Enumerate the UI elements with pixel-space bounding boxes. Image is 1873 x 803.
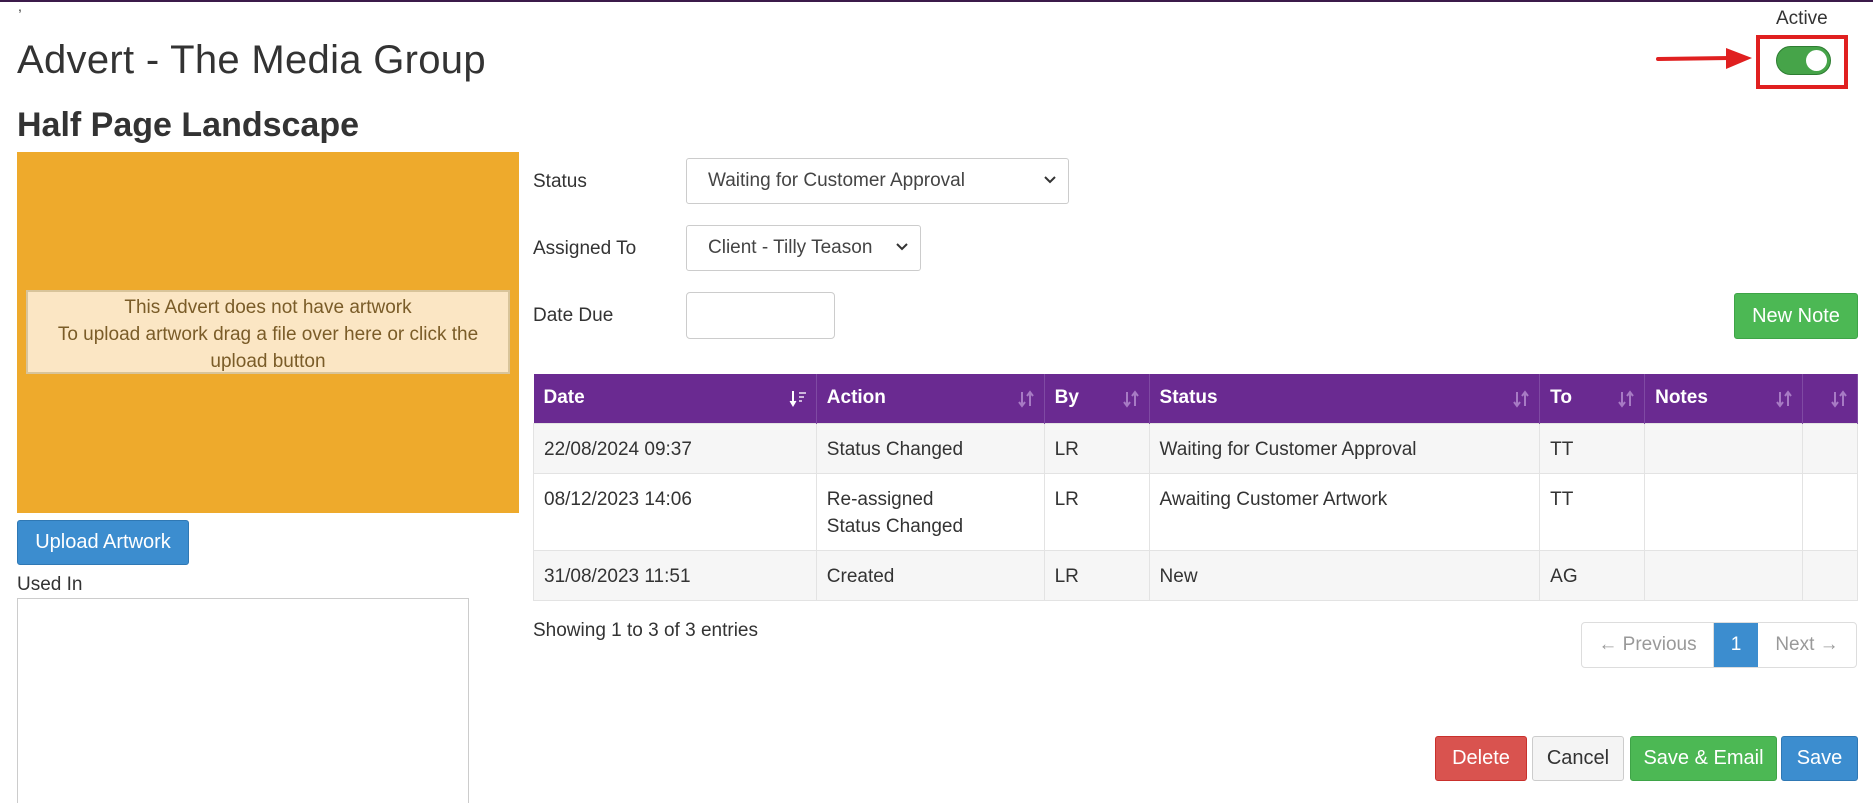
active-toggle[interactable] <box>1776 46 1831 75</box>
column-header-status[interactable]: Status <box>1149 374 1541 423</box>
assigned-to-select[interactable]: Client - Tilly Teason <box>686 225 921 271</box>
table-row: 08/12/2023 14:06 Re-assigned Status Chan… <box>533 472 1859 551</box>
sort-icon <box>1776 390 1792 408</box>
pagination: ← Previous 1 Next → <box>1581 622 1857 668</box>
advert-size-subtitle: Half Page Landscape <box>17 106 360 144</box>
save-button[interactable]: Save <box>1781 736 1858 781</box>
date-due-label: Date Due <box>533 305 614 326</box>
cell-notes <box>1644 472 1803 551</box>
chevron-down-icon <box>896 243 908 251</box>
sort-icon <box>1513 390 1529 408</box>
column-header-date[interactable]: Date <box>533 374 817 423</box>
cell-by: LR <box>1043 549 1150 601</box>
table-header-row: Date Action By Status To Notes <box>533 374 1859 423</box>
sort-icon <box>1017 390 1034 408</box>
page-title: Advert - The Media Group <box>17 38 486 82</box>
status-select[interactable]: Waiting for Customer Approval <box>686 158 1069 204</box>
used-in-list[interactable] <box>17 598 469 803</box>
delete-button[interactable]: Delete <box>1435 736 1527 781</box>
top-accent-bar <box>0 0 1873 2</box>
notes-history-table: Date Action By Status To Notes 22/08/202… <box>533 374 1859 601</box>
toggle-knob <box>1806 50 1827 71</box>
chevron-down-icon <box>1044 176 1056 184</box>
cell-action: Created <box>815 549 1045 601</box>
stray-mark: , <box>18 0 22 14</box>
cell-to: AG <box>1539 549 1646 601</box>
table-row: 22/08/2024 09:37 Status Changed LR Waiti… <box>533 422 1859 474</box>
column-header-notes[interactable]: Notes <box>1644 374 1803 423</box>
cell-notes <box>1644 422 1803 474</box>
sort-icon <box>1618 390 1634 408</box>
no-artwork-line1: This Advert does not have artwork <box>124 297 412 318</box>
upload-artwork-button[interactable]: Upload Artwork <box>17 520 189 565</box>
sort-icon <box>1831 390 1847 408</box>
table-info-text: Showing 1 to 3 of 3 entries <box>533 620 758 641</box>
new-note-button[interactable]: New Note <box>1734 293 1858 339</box>
assigned-to-value: Client - Tilly Teason <box>708 237 873 258</box>
date-due-input[interactable] <box>686 292 835 339</box>
cell-date: 08/12/2023 14:06 <box>533 472 817 551</box>
cell-extra <box>1801 549 1859 601</box>
table-row: 31/08/2023 11:51 Created LR New AG <box>533 549 1859 601</box>
next-page-button[interactable]: Next → <box>1758 623 1856 667</box>
cancel-button[interactable]: Cancel <box>1532 736 1624 781</box>
sort-desc-icon <box>789 391 806 407</box>
cell-to: TT <box>1539 422 1646 474</box>
cell-date: 31/08/2023 11:51 <box>533 549 817 601</box>
used-in-label: Used In <box>17 574 83 595</box>
status-label: Status <box>533 171 587 192</box>
save-and-email-button[interactable]: Save & Email <box>1630 736 1777 781</box>
cell-to: TT <box>1539 472 1646 551</box>
column-header-actions[interactable] <box>1802 374 1859 423</box>
cell-by: LR <box>1043 422 1150 474</box>
cell-date: 22/08/2024 09:37 <box>533 422 817 474</box>
column-header-action[interactable]: Action <box>816 374 1045 423</box>
cell-action: Re-assigned Status Changed <box>815 472 1045 551</box>
sort-icon <box>1122 390 1139 408</box>
status-select-value: Waiting for Customer Approval <box>708 170 965 191</box>
cell-extra <box>1801 422 1859 474</box>
assigned-to-label: Assigned To <box>533 238 637 259</box>
column-header-to[interactable]: To <box>1539 374 1646 423</box>
arrow-right-icon <box>1656 48 1752 69</box>
cell-by: LR <box>1043 472 1150 551</box>
cell-status: Awaiting Customer Artwork <box>1148 472 1541 551</box>
no-artwork-message: This Advert does not have artwork To upl… <box>26 290 510 374</box>
cell-extra <box>1801 472 1859 551</box>
no-artwork-line2: To upload artwork drag a file over here … <box>57 324 479 372</box>
cell-status: Waiting for Customer Approval <box>1148 422 1541 474</box>
artwork-dropzone[interactable]: This Advert does not have artwork To upl… <box>17 152 519 513</box>
cell-action: Status Changed <box>815 422 1045 474</box>
previous-page-button[interactable]: ← Previous <box>1582 623 1714 667</box>
column-header-by[interactable]: By <box>1044 374 1150 423</box>
cell-notes <box>1644 549 1803 601</box>
cell-status: New <box>1148 549 1541 601</box>
page-1-button[interactable]: 1 <box>1714 623 1758 667</box>
active-label: Active <box>1776 8 1828 29</box>
